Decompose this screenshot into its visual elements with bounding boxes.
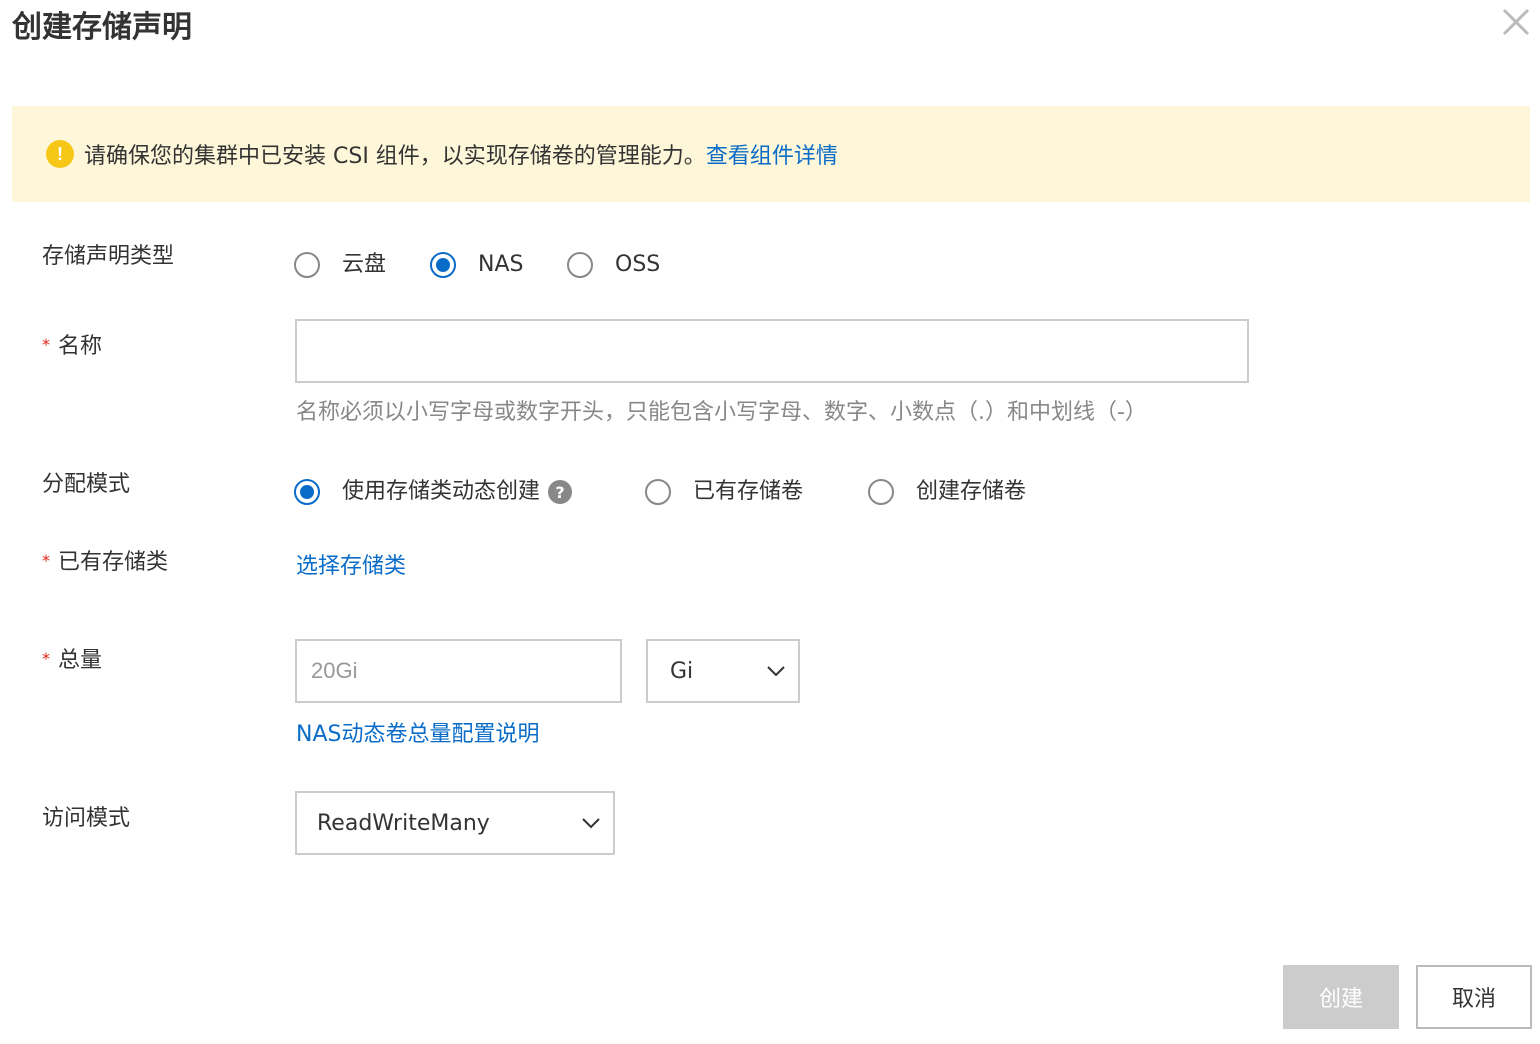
storage-class-label: * 已有存储类 bbox=[42, 550, 169, 575]
name-input[interactable] bbox=[295, 319, 1249, 383]
radio-label: 创建存储卷 bbox=[916, 479, 1027, 504]
radio-circle bbox=[868, 479, 894, 505]
radio-disk[interactable]: 云盘 bbox=[294, 250, 386, 280]
select-storage-class-link[interactable]: 选择存储类 bbox=[296, 548, 406, 580]
radio-dynamic-storage-class[interactable]: 使用存储类动态创建 ? bbox=[294, 477, 573, 507]
chevron-down-icon bbox=[582, 818, 600, 829]
radio-nas[interactable]: NAS bbox=[430, 250, 523, 280]
required-mark: * bbox=[42, 335, 50, 354]
warning-icon: ! bbox=[46, 140, 74, 168]
radio-circle-checked bbox=[430, 252, 456, 278]
allocation-mode-label: 分配模式 bbox=[42, 472, 131, 497]
radio-label: OSS bbox=[615, 252, 661, 277]
close-button[interactable] bbox=[1496, 2, 1536, 42]
radio-existing-volume[interactable]: 已有存储卷 bbox=[645, 477, 803, 507]
access-mode-label: 访问模式 bbox=[42, 806, 131, 831]
select-value: Gi bbox=[670, 658, 694, 684]
access-mode-select[interactable]: ReadWriteMany bbox=[295, 791, 615, 855]
csi-notice-banner: ! 请确保您的集群中已安装 CSI 组件，以实现存储卷的管理能力。 查看组件详情 bbox=[12, 106, 1530, 202]
capacity-label: * 总量 bbox=[42, 648, 103, 673]
select-value: ReadWriteMany bbox=[317, 810, 490, 836]
radio-circle-checked bbox=[294, 479, 320, 505]
radio-label: 使用存储类动态创建 bbox=[342, 479, 541, 504]
name-hint: 名称必须以小写字母或数字开头，只能包含小写字母、数字、小数点（.）和中划线（-） bbox=[296, 400, 1147, 425]
radio-circle bbox=[294, 252, 320, 278]
claim-type-label: 存储声明类型 bbox=[42, 244, 175, 269]
radio-circle bbox=[645, 479, 671, 505]
cancel-button[interactable]: 取消 bbox=[1416, 965, 1532, 1029]
required-mark: * bbox=[42, 649, 50, 668]
notice-text: 请确保您的集群中已安装 CSI 组件，以实现存储卷的管理能力。 bbox=[84, 144, 706, 169]
capacity-unit-select[interactable]: Gi bbox=[646, 639, 800, 703]
close-icon bbox=[1502, 8, 1530, 36]
create-button[interactable]: 创建 bbox=[1283, 965, 1399, 1029]
radio-label: NAS bbox=[478, 252, 524, 277]
radio-oss[interactable]: OSS bbox=[567, 250, 660, 280]
chevron-down-icon bbox=[767, 666, 785, 677]
radio-create-volume[interactable]: 创建存储卷 bbox=[868, 477, 1026, 507]
required-mark: * bbox=[42, 551, 50, 570]
radio-circle bbox=[567, 252, 593, 278]
view-component-details-link[interactable]: 查看组件详情 bbox=[706, 138, 838, 170]
dialog-title: 创建存储声明 bbox=[12, 10, 192, 45]
help-icon[interactable]: ? bbox=[548, 480, 573, 504]
name-label: * 名称 bbox=[42, 334, 103, 359]
capacity-input[interactable] bbox=[295, 639, 622, 703]
radio-label: 已有存储卷 bbox=[693, 479, 804, 504]
radio-label: 云盘 bbox=[342, 252, 387, 277]
nas-capacity-help-link[interactable]: NAS动态卷总量配置说明 bbox=[296, 716, 539, 748]
